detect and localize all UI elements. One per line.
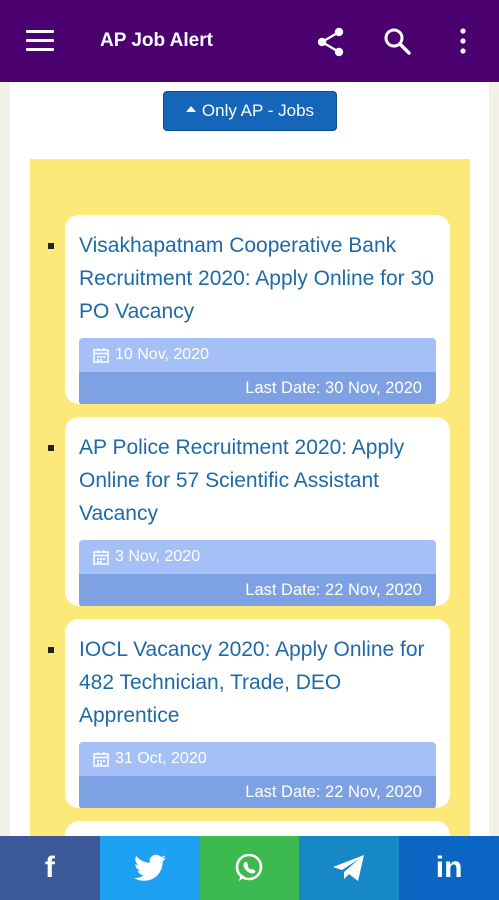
list-bullet <box>48 647 54 653</box>
telegram-icon <box>333 855 365 881</box>
whatsapp-share-button[interactable] <box>199 836 300 900</box>
filter-label: Only AP - Jobs <box>201 101 315 120</box>
more-vert-icon[interactable] <box>448 25 482 59</box>
job-meta: 10 Nov, 2020 Last Date: 30 Nov, 2020 <box>79 338 436 404</box>
app-bar: AP Job Alert <box>0 0 499 82</box>
linkedin-icon: in <box>435 851 463 884</box>
only-ap-jobs-button[interactable]: Only AP - Jobs <box>163 91 337 131</box>
search-icon[interactable] <box>381 25 415 59</box>
facebook-share-button[interactable]: f <box>0 836 100 900</box>
share-icon[interactable] <box>314 25 348 59</box>
posted-date: 3 Nov, 2020 <box>115 548 201 565</box>
job-title-link[interactable]: AP Police Recruitment 2020: Apply Online… <box>65 417 450 530</box>
telegram-share-button[interactable] <box>299 836 400 900</box>
posted-date-row: 31 Oct, 2020 <box>79 742 436 776</box>
twitter-icon <box>133 854 166 881</box>
list-bullet <box>48 445 54 451</box>
posted-date-row: 3 Nov, 2020 <box>79 540 436 574</box>
posted-date: 31 Oct, 2020 <box>115 750 207 767</box>
hamburger-menu-icon[interactable] <box>26 30 54 52</box>
last-date: Last Date: 22 Nov, 2020 <box>79 574 436 606</box>
job-meta: 31 Oct, 2020 Last Date: 22 Nov, 2020 <box>79 742 436 808</box>
job-title-link[interactable]: IOCL Vacancy 2020: Apply Online for 482 … <box>65 619 450 732</box>
list-bullet <box>48 243 54 249</box>
whatsapp-icon <box>236 853 263 881</box>
twitter-share-button[interactable] <box>99 836 200 900</box>
calendar-icon <box>93 348 109 363</box>
linkedin-share-button[interactable]: in <box>399 836 499 900</box>
share-bar: f in <box>0 836 499 900</box>
calendar-icon <box>93 550 109 565</box>
posted-date-row: 10 Nov, 2020 <box>79 338 436 372</box>
last-date: Last Date: 22 Nov, 2020 <box>79 776 436 808</box>
job-card: AP Police Recruitment 2020: Apply Online… <box>65 417 450 606</box>
calendar-icon <box>93 752 109 767</box>
job-meta: 3 Nov, 2020 Last Date: 22 Nov, 2020 <box>79 540 436 606</box>
last-date: Last Date: 30 Nov, 2020 <box>79 372 436 404</box>
app-title: AP Job Alert <box>100 30 213 51</box>
caret-up-icon <box>185 106 196 112</box>
job-card: IOCL Vacancy 2020: Apply Online for 482 … <box>65 619 450 808</box>
job-title-link[interactable]: Visakhapatnam Cooperative Bank Recruitme… <box>65 215 450 328</box>
job-card: Visakhapatnam Cooperative Bank Recruitme… <box>65 215 450 404</box>
posted-date: 10 Nov, 2020 <box>115 346 209 363</box>
facebook-icon: f <box>44 851 55 884</box>
